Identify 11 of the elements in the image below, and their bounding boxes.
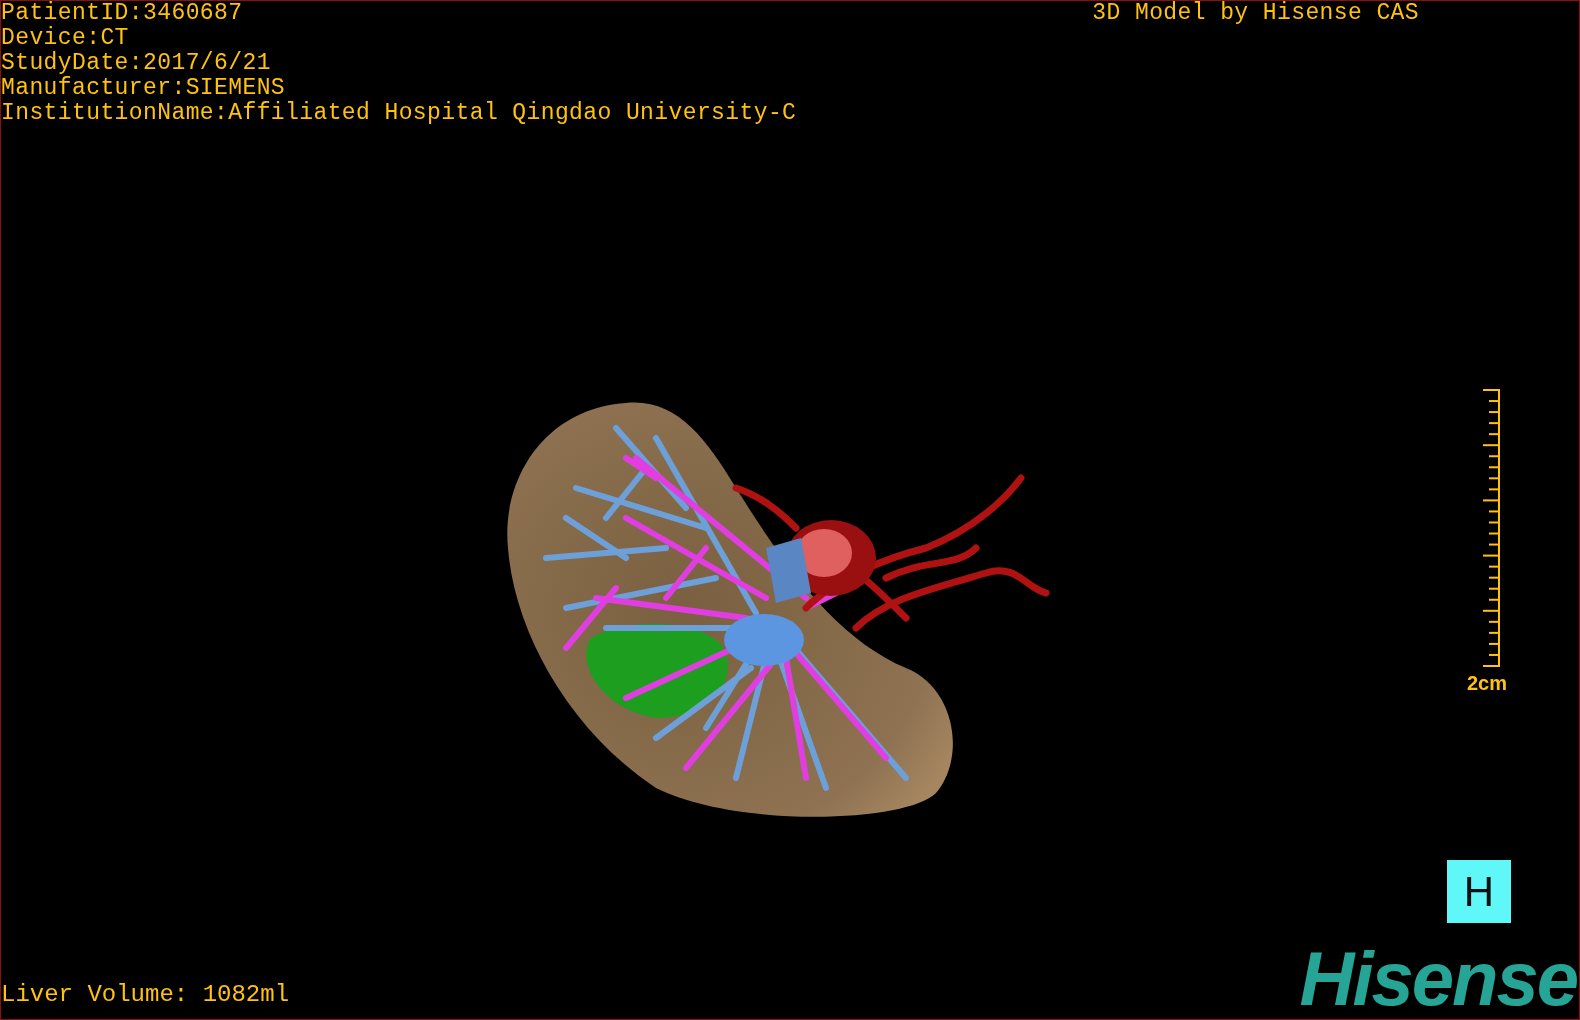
view-button[interactable]: H xyxy=(1447,860,1511,923)
scale-label: 2cm xyxy=(1466,672,1507,694)
study-info-text: Device:CT xyxy=(1,26,130,51)
scale-ruler-icon xyxy=(1483,389,1501,668)
study-info-text: Manufacturer:SIEMENS xyxy=(1,76,287,101)
liver-volume-text: Liver Volume: 1082ml xyxy=(1,981,290,1010)
brand-logo: Hisense xyxy=(1299,939,1577,1019)
study-info-text: StudyDate:2017/6/21 xyxy=(1,51,272,76)
study-info-text: PatientID:3460687 xyxy=(1,1,244,26)
study-info-text: InstitutionName:Affiliated Hospital Qingdao University-C xyxy=(1,101,797,126)
credit-text: 3D Model by Hisense CAS xyxy=(1092,1,1419,26)
